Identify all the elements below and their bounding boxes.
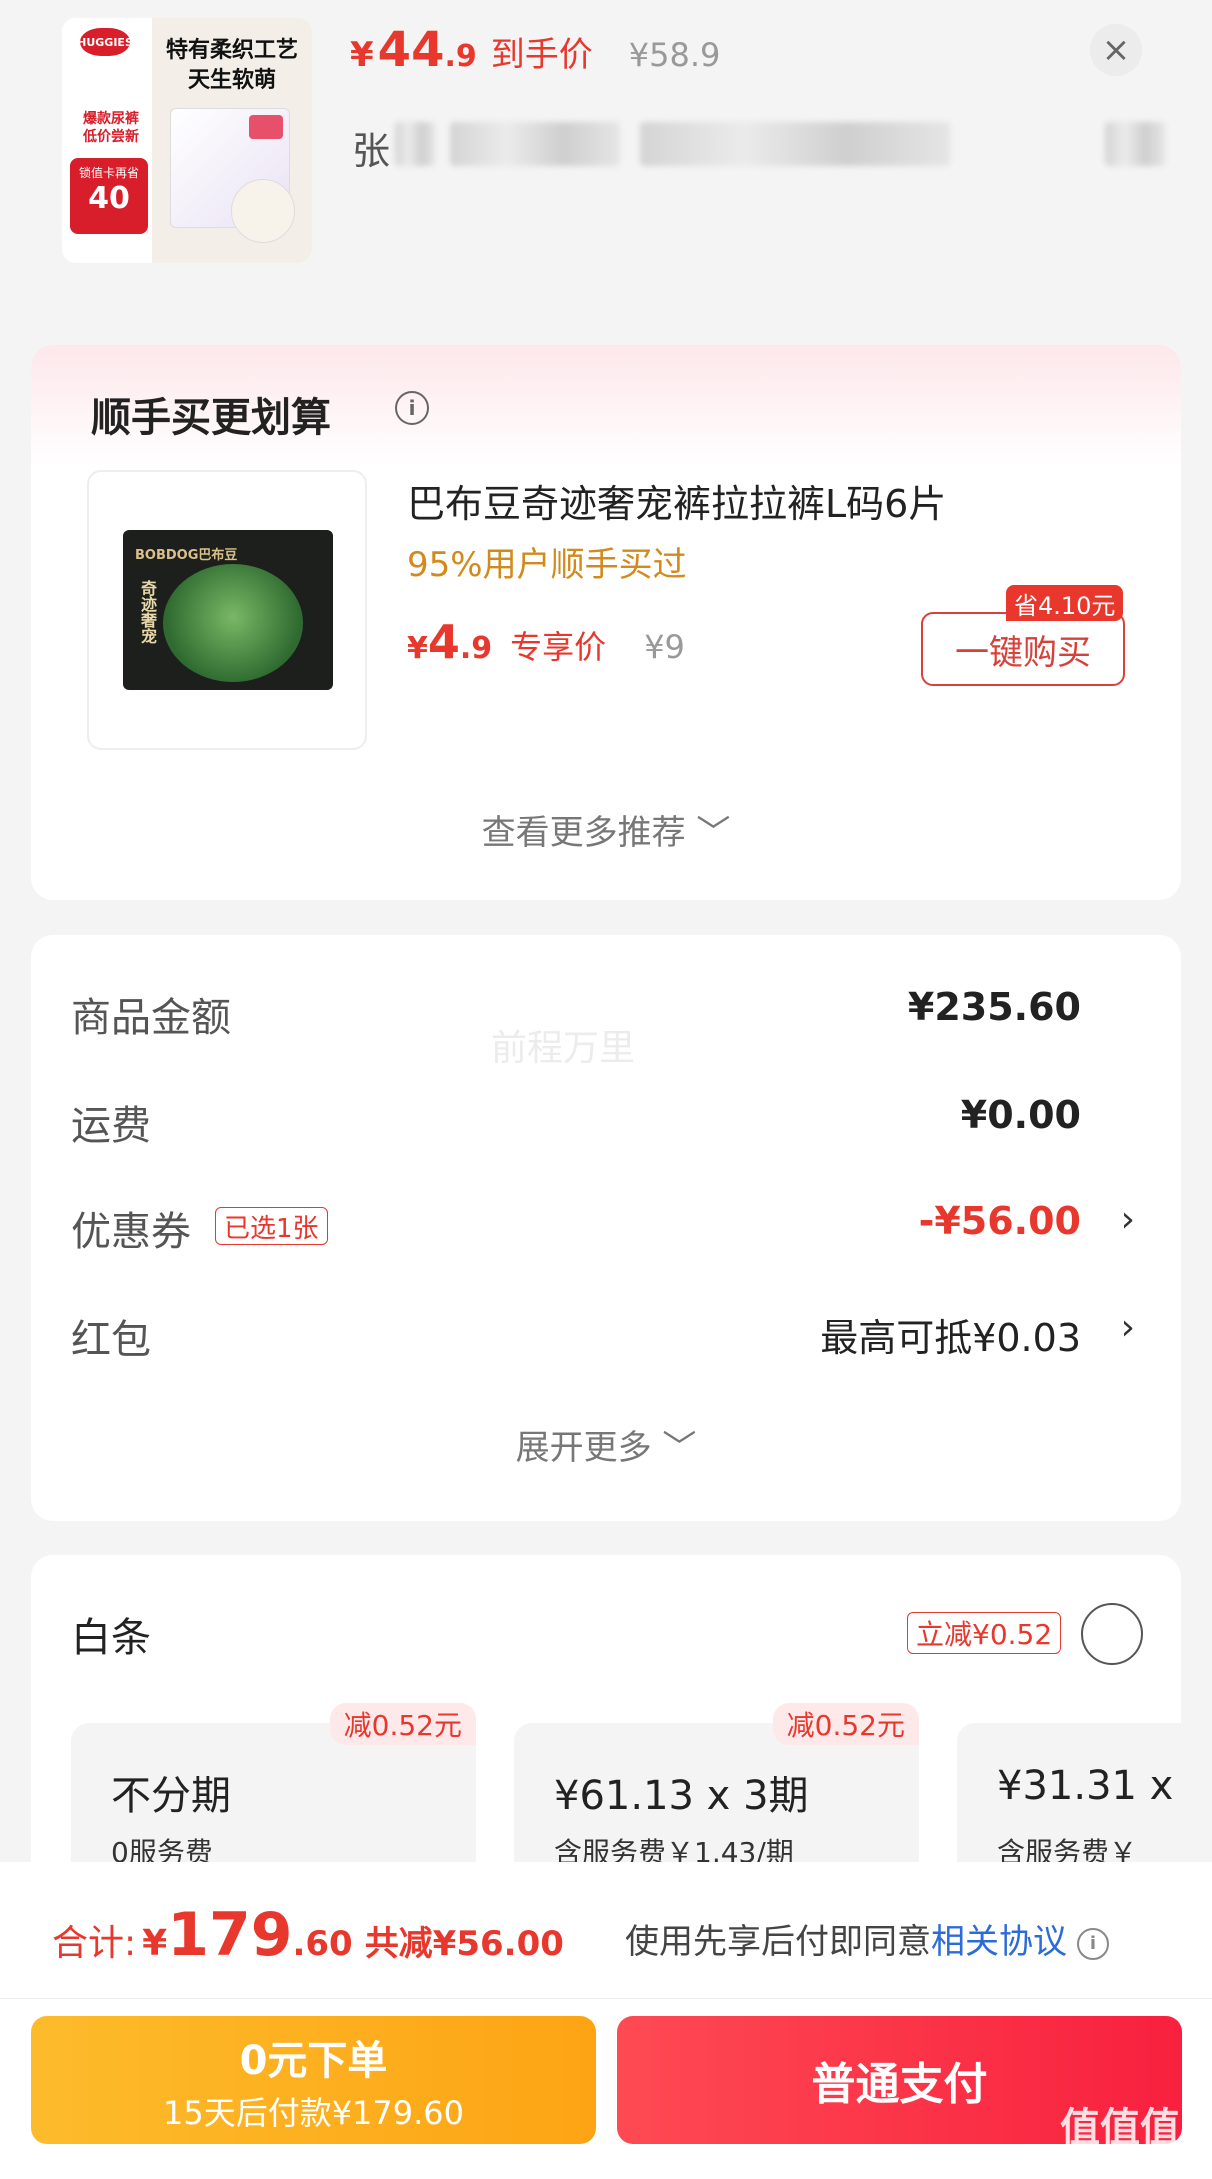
promo-card-num: 40 — [88, 181, 130, 216]
pack-brand-text: BOBDOG巴布豆 — [135, 548, 238, 563]
total-currency: ¥ — [142, 1923, 168, 1964]
recommend-product-image[interactable]: BOBDOG巴布豆 奇迹奢宠 — [87, 470, 367, 750]
total-reduction: 共减¥56.00 — [364, 1924, 564, 1964]
pack-title-text: 奇迹奢宠 — [138, 580, 157, 644]
pack-mascot-image — [231, 179, 295, 243]
recommend-price-int: 4 — [427, 615, 460, 669]
amount-row-shipping: 运费 ¥0.00 — [71, 1093, 1141, 1153]
top-price-currency: ¥ — [350, 35, 374, 75]
more-recommendations-link[interactable]: 查看更多推荐 ﹀ — [31, 805, 1181, 854]
recommendation-card: 顺手买更划算 i BOBDOG巴布豆 奇迹奢宠 巴布豆奇迹奢宠裤拉拉裤L码6片 … — [31, 345, 1181, 900]
amount-label: 红包 — [71, 1317, 151, 1363]
top-price-int: 44 — [377, 22, 445, 78]
blurred-name — [395, 122, 435, 166]
agreement-prefix: 使用先享后付即同意 — [625, 1922, 931, 1962]
top-price-dec: .9 — [444, 39, 477, 74]
amount-value: -¥56.00 — [918, 1199, 1081, 1243]
recommend-price: ¥ 4 .9 专享价 ¥9 — [407, 615, 685, 669]
installment-option[interactable]: ¥31.31 x 含服务费￥ — [957, 1723, 1181, 1875]
agreement-text: 使用先享后付即同意相关协议 i — [625, 1914, 1109, 1963]
amount-label: 商品金额 — [71, 995, 231, 1041]
save-badge: 省4.10元 — [1006, 585, 1124, 621]
coupon-selected-tag: 已选1张 — [215, 1207, 328, 1245]
one-click-buy-button[interactable]: 一键购买 — [921, 612, 1125, 686]
info-icon[interactable]: i — [395, 391, 429, 425]
close-button[interactable]: × — [1090, 24, 1142, 76]
bobdog-pack-image: BOBDOG巴布豆 奇迹奢宠 — [123, 530, 333, 690]
order-total: 合计: ¥ 179 .60 共减¥56.00 — [52, 1900, 564, 1970]
installment-main: ¥31.31 x — [997, 1763, 1174, 1809]
blurred-name — [450, 122, 620, 166]
promo-left-panel: HUGGIES 爆款尿裤 低价尝新 锁值卡再省 40 — [62, 18, 152, 263]
chevron-right-icon: › — [1120, 1307, 1135, 1348]
promo-card-top: 锁值卡再省 — [78, 166, 139, 180]
close-icon: × — [1101, 30, 1131, 70]
blurred-name — [1105, 122, 1165, 166]
installment-main: ¥61.13 x 3期 — [554, 1773, 809, 1819]
brand-logo: HUGGIES — [77, 28, 133, 56]
installment-main: 不分期 — [111, 1773, 231, 1819]
baitiao-discount-tag: 立减¥0.52 — [907, 1612, 1062, 1654]
amount-value: ¥0.00 — [960, 1093, 1081, 1137]
pay-later-button[interactable]: 0元下单 15天后付款¥179.60 — [31, 2016, 596, 2144]
amount-card: 前程万里 商品金额 ¥235.60 运费 ¥0.00 优惠券 已选1张 -¥56… — [31, 935, 1181, 1521]
pay-later-subtitle: 15天后付款¥179.60 — [162, 2094, 465, 2132]
divider — [0, 1998, 1212, 1999]
agreement-link[interactable]: 相关协议 — [931, 1922, 1067, 1962]
promo-right-panel: 特有柔织工艺 天生软萌 — [152, 18, 312, 263]
amount-label: 优惠券 — [71, 1209, 191, 1255]
top-product-bar: HUGGIES 爆款尿裤 低价尝新 锁值卡再省 40 特有柔织工艺 天生软萌 ¥… — [0, 0, 1212, 300]
diaper-pack-image — [170, 108, 295, 243]
top-price-label: 到手价 — [490, 35, 593, 75]
installment-option[interactable]: 不分期 0服务费 减0.52元 — [71, 1703, 476, 1875]
baitiao-radio[interactable] — [1081, 1603, 1143, 1665]
amount-value: 最高可抵¥0.03 — [820, 1316, 1081, 1360]
top-orig-price: ¥58.9 — [628, 36, 721, 74]
recommend-product-name[interactable]: 巴布豆奇迹奢宠裤拉拉裤L码6片 — [407, 473, 946, 528]
site-watermark: 值值值 — [1060, 2105, 1180, 2151]
promo-card: 锁值卡再省 40 — [70, 158, 148, 234]
recommend-orig-price: ¥9 — [644, 628, 685, 666]
amount-row-redpacket[interactable]: 红包 最高可抵¥0.03 › — [71, 1307, 1141, 1367]
installment-option[interactable]: ¥61.13 x 3期 含服务费￥1.43/期 减0.52元 — [514, 1703, 919, 1875]
amount-row-coupon[interactable]: 优惠券 已选1张 -¥56.00 › — [71, 1199, 1141, 1259]
pack-leaf-art — [163, 564, 303, 682]
installment-discount-tag: 减0.52元 — [772, 1703, 919, 1745]
expand-more-link[interactable]: 展开更多 ﹀ — [31, 1420, 1181, 1469]
amount-row-goods: 商品金额 ¥235.60 — [71, 985, 1141, 1045]
pack-size-tag — [249, 115, 283, 139]
total-dec: .60 — [292, 1924, 353, 1964]
baitiao-title: 白条 — [71, 1615, 151, 1661]
recommend-price-label: 专享价 — [510, 628, 607, 666]
site-url-watermark: zhizhizhi.com — [1060, 2148, 1182, 2169]
amount-value: ¥235.60 — [907, 985, 1081, 1029]
top-price: ¥ 44 .9 到手价 ¥58.9 — [350, 22, 720, 78]
product-thumbnail[interactable]: HUGGIES 爆款尿裤 低价尝新 锁值卡再省 40 特有柔织工艺 天生软萌 — [62, 18, 312, 263]
promo-title: 特有柔织工艺 天生软萌 — [165, 38, 298, 93]
recommend-price-dec: .9 — [459, 631, 493, 666]
blurred-name — [640, 122, 950, 166]
baitiao-card: 白条 立减¥0.52 不分期 0服务费 减0.52元 ¥61.13 x 3期 含… — [31, 1555, 1181, 1875]
recommend-price-currency: ¥ — [407, 631, 428, 666]
amount-label: 运费 — [71, 1103, 151, 1149]
promo-small-text: 爆款尿裤 低价尝新 — [83, 111, 139, 145]
recommend-subtitle: 95%用户顺手买过 — [407, 545, 687, 585]
top-product-name: 张 — [352, 129, 391, 173]
total-int: 179 — [167, 1900, 293, 1970]
installment-discount-tag: 减0.52元 — [329, 1703, 476, 1745]
pay-later-title: 0元下单 — [239, 2038, 388, 2084]
recommend-title: 顺手买更划算 — [91, 395, 331, 441]
checkout-bar: 合计: ¥ 179 .60 共减¥56.00 使用先享后付即同意相关协议 i 0元… — [0, 1862, 1212, 2179]
info-icon[interactable]: i — [1077, 1927, 1109, 1960]
chevron-right-icon: › — [1120, 1199, 1135, 1240]
total-label: 合计: — [52, 1923, 137, 1964]
